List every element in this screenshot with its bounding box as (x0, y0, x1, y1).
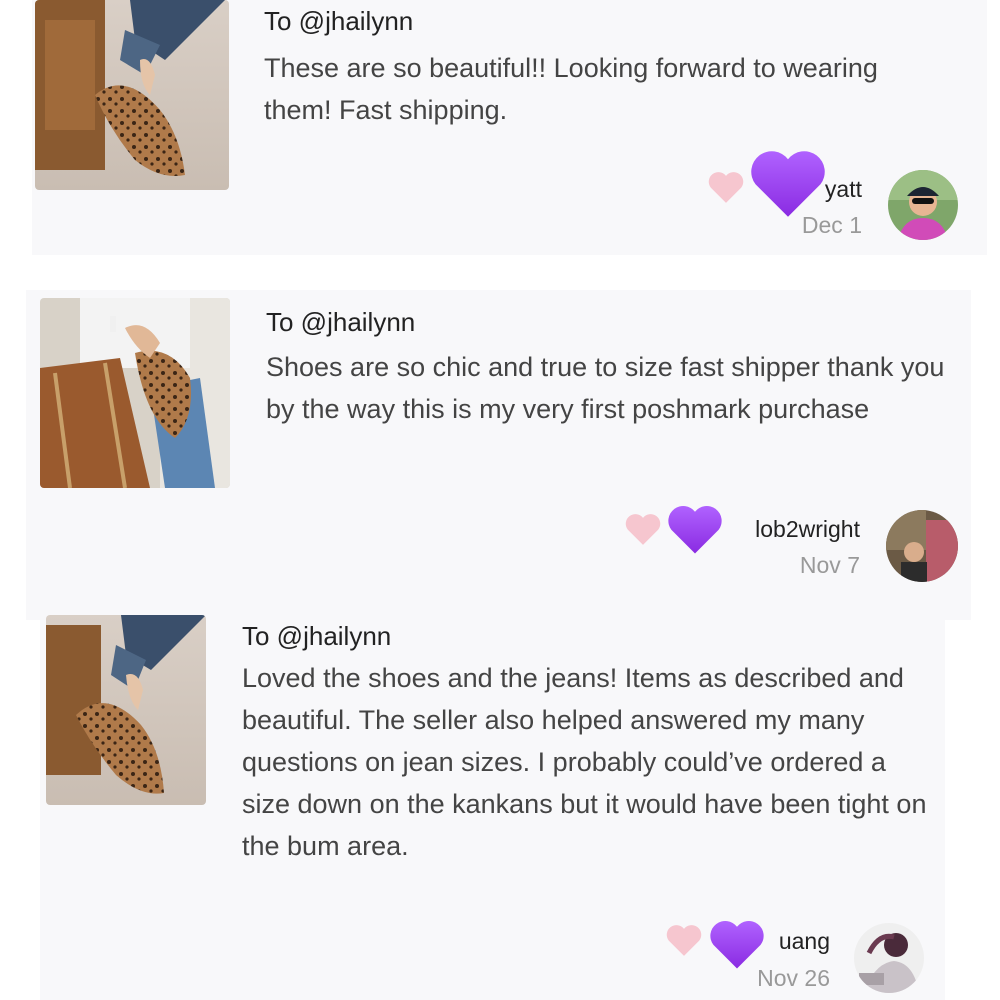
user-avatar-cap-sunglasses-icon (888, 170, 958, 240)
reviewer-avatar[interactable] (854, 923, 924, 993)
purple-heart-sticker-icon (748, 146, 828, 220)
review-date: Nov 7 (799, 552, 860, 578)
review-card: To @jhailynn Loved the shoes and the jea… (40, 605, 945, 1000)
review-message: These are so beautiful!! Looking forward… (264, 53, 878, 125)
review-recipient: To @jhailynn (264, 6, 414, 36)
user-avatar-photo-icon (854, 923, 924, 993)
like-heart-icon[interactable] (707, 170, 745, 204)
reviewer-avatar[interactable] (888, 170, 958, 240)
review-recipient: To @jhailynn (266, 307, 416, 337)
product-thumbnail[interactable] (35, 0, 229, 190)
review-card: To @jhailynn Shoes are so chic and true … (26, 290, 971, 620)
like-heart-icon[interactable] (665, 923, 703, 957)
review-recipient: To @jhailynn (242, 621, 392, 651)
product-thumbnail[interactable] (46, 615, 206, 805)
reviewer-avatar[interactable] (886, 510, 958, 582)
purple-heart-sticker-icon (666, 502, 724, 556)
leopard-flats-handbag-photo-icon (40, 298, 230, 488)
leopard-flats-photo-icon (35, 0, 229, 190)
review-card: To @jhailynn These are so beautiful!! Lo… (32, 0, 987, 255)
review-message: Loved the shoes and the jeans! Items as … (242, 663, 927, 861)
review-message: Shoes are so chic and true to size fast … (266, 352, 945, 424)
leopard-flats-photo-icon (46, 615, 206, 805)
product-thumbnail[interactable] (40, 298, 230, 488)
purple-heart-sticker-icon (708, 917, 766, 971)
like-heart-icon[interactable] (624, 512, 662, 546)
user-avatar-photo-icon (886, 510, 958, 582)
